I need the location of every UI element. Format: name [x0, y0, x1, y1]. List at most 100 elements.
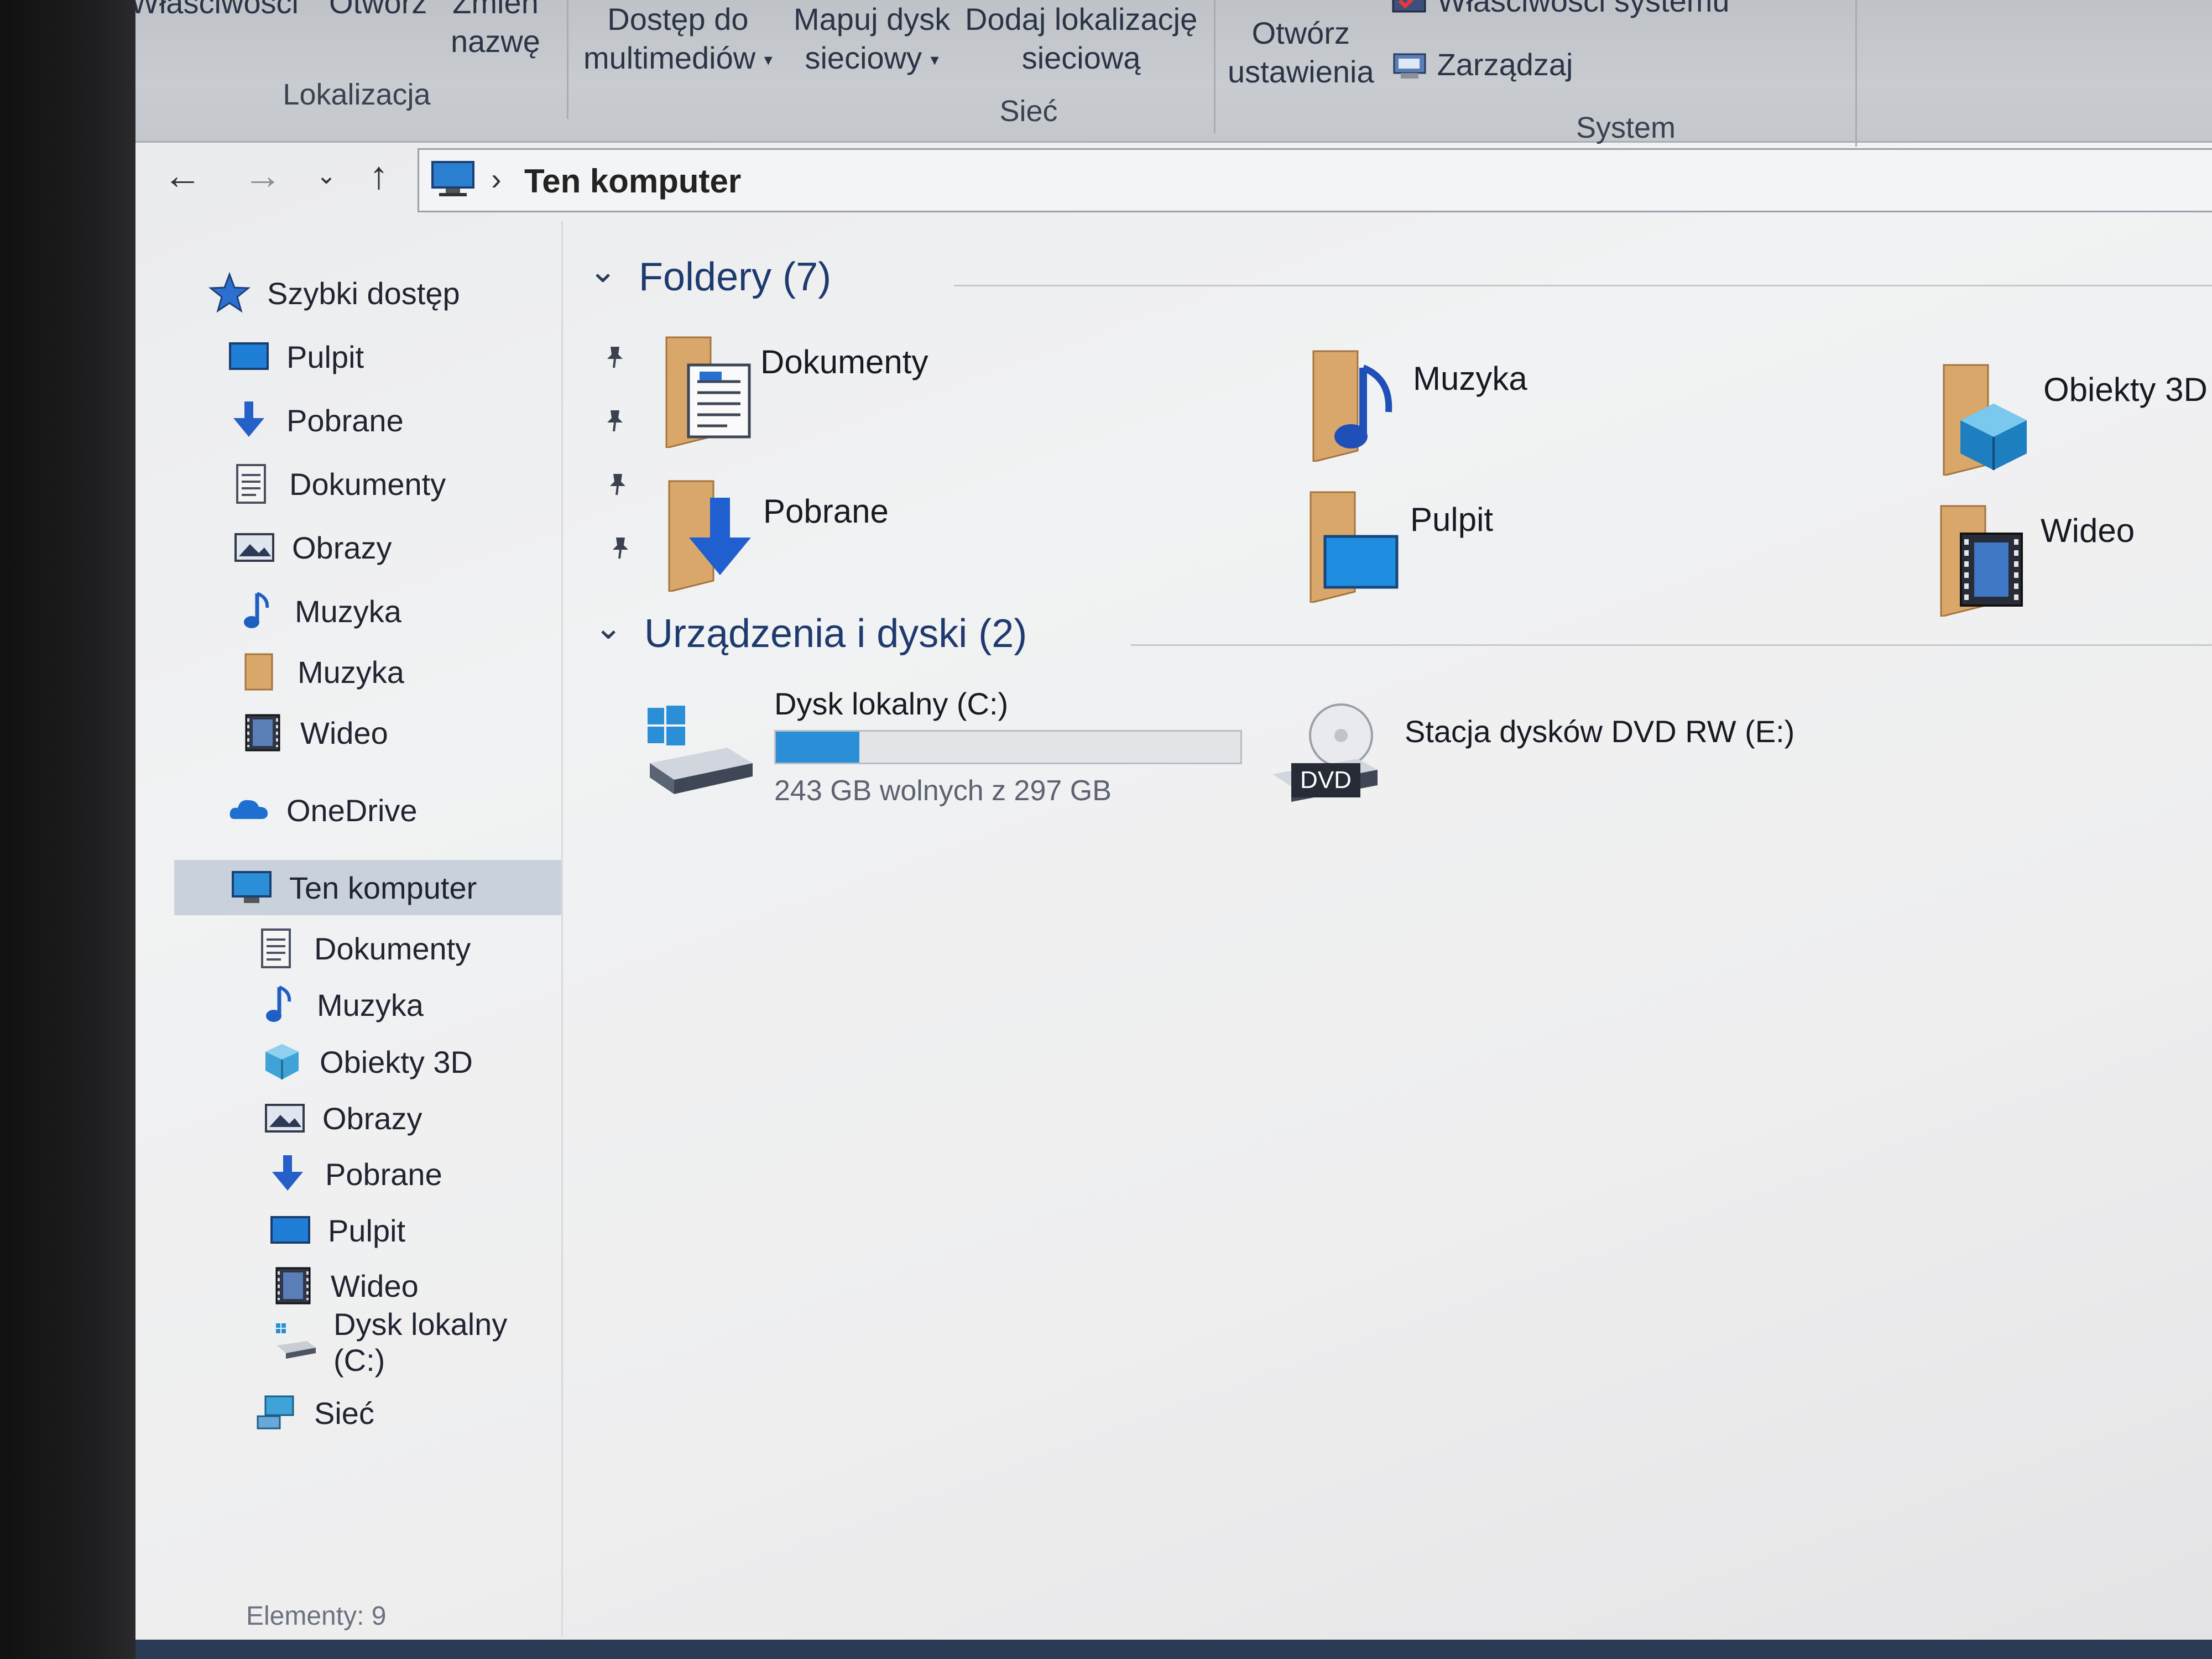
- windows-drive-icon: [648, 706, 753, 794]
- sidebar-item-pictures[interactable]: Obrazy: [232, 520, 628, 575]
- music-icon: [266, 985, 291, 1022]
- add-location-label-line1: Dodaj lokalizację: [965, 2, 1198, 36]
- breadcrumb-this-pc[interactable]: Ten komputer: [524, 162, 741, 200]
- drive-usage-fill: [776, 732, 860, 763]
- group-divider: [1214, 0, 1215, 133]
- system-properties-icon: [1392, 0, 1426, 13]
- open-settings-button[interactable]: Otwórz ustawienia: [1228, 14, 1374, 91]
- drive-label: Dysk lokalny (C:): [774, 686, 1009, 721]
- local-disk-icon: [276, 1323, 316, 1359]
- sidebar-onedrive-label: OneDrive: [286, 792, 418, 828]
- 3d-objects-folder-icon: [1943, 364, 2027, 476]
- sidebar-onedrive[interactable]: OneDrive: [227, 782, 418, 838]
- navigation-bar: ← → ⌄ ↑ › Ten komputer: [135, 143, 2212, 220]
- collapse-devices-chevron-icon[interactable]: ⌄: [594, 608, 622, 647]
- video-icon: [245, 714, 280, 752]
- manage-label: Zarządzaj: [1437, 47, 1573, 82]
- sidebar-item-video[interactable]: Wideo: [241, 705, 388, 760]
- rename-label-line1: Zmień: [452, 0, 539, 20]
- document-icon: [261, 928, 291, 968]
- desktop-icon: [270, 1216, 310, 1244]
- sidebar-pc-item-music[interactable]: Muzyka: [257, 977, 424, 1032]
- add-location-label-line2: sieciową: [1021, 40, 1141, 75]
- group-label-location: Lokalizacja: [283, 78, 431, 111]
- media-access-label-line1: Dostęp do: [607, 2, 749, 36]
- sidebar-item-downloads[interactable]: Pobrane: [227, 393, 623, 448]
- folder-label: Muzyka: [1413, 360, 1527, 397]
- media-access-button[interactable]: Dostęp do multimediów ▾: [583, 0, 773, 80]
- add-network-location-button[interactable]: Dodaj lokalizację sieciową: [965, 0, 1197, 77]
- group-label-network: Sieć: [999, 95, 1058, 128]
- folder-icon: [244, 653, 273, 691]
- up-button[interactable]: ↑: [357, 150, 401, 200]
- folder-label: Wideo: [2041, 512, 2135, 549]
- sidebar-pc-item-local-disk[interactable]: Dysk lokalny (C:): [274, 1307, 567, 1378]
- sidebar-item-music-folder[interactable]: Muzyka: [238, 644, 404, 700]
- dropdown-arrow-icon: ▾: [764, 51, 773, 70]
- video-icon: [275, 1267, 311, 1305]
- sidebar-pc-item-downloads[interactable]: Pobrane: [265, 1146, 442, 1202]
- sidebar-item-label: Dokumenty: [289, 466, 446, 502]
- 3d-objects-icon: [265, 1044, 299, 1079]
- sidebar-pc-item-3d-objects[interactable]: Obiekty 3D: [260, 1034, 473, 1089]
- sidebar-this-pc[interactable]: Ten komputer: [174, 860, 561, 915]
- sidebar-pc-item-desktop[interactable]: Pulpit: [268, 1203, 405, 1258]
- sidebar-quick-access[interactable]: Szybki dostęp: [207, 265, 460, 321]
- folder-tile-documents[interactable]: Dokumenty: [650, 332, 1092, 453]
- recent-locations-button[interactable]: ⌄: [304, 150, 348, 200]
- network-icon: [257, 1395, 294, 1430]
- properties-button[interactable]: Właściwości: [135, 0, 299, 22]
- section-title-devices[interactable]: Urządzenia i dyski (2): [644, 611, 1027, 656]
- drive-tile-dvd[interactable]: DVD Stacja dysków DVD RW (E:): [1269, 702, 1933, 824]
- rename-button[interactable]: Zmień nazwę: [451, 0, 540, 61]
- sidebar-item-label: Obiekty 3D: [320, 1044, 473, 1079]
- map-drive-label-line2-wrap: sieciowy ▾: [794, 39, 950, 80]
- map-network-drive-button[interactable]: Mapuj dysk sieciowy ▾: [794, 0, 950, 80]
- manage-button[interactable]: Zarządzaj: [1391, 44, 1573, 84]
- forward-button[interactable]: →: [241, 150, 285, 200]
- open-button[interactable]: Otwórz: [329, 0, 427, 22]
- pane-divider[interactable]: [561, 221, 563, 1637]
- arrow-left-icon: ←: [163, 154, 202, 197]
- pictures-icon: [234, 533, 274, 562]
- folder-tile-3d-objects[interactable]: Obiekty 3D: [1927, 359, 2212, 481]
- open-settings-label-line1: Otwórz: [1251, 15, 1350, 50]
- back-button[interactable]: ←: [160, 150, 205, 200]
- drive-usage-bar: [774, 730, 1242, 764]
- folder-tile-desktop[interactable]: Pulpit: [1294, 487, 1736, 608]
- sidebar-pc-item-pictures[interactable]: Obrazy: [263, 1091, 422, 1146]
- sidebar-item-label: Wideo: [331, 1268, 419, 1303]
- section-divider: [1131, 644, 2212, 646]
- navigation-pane: Szybki dostęp Pulpit Pobrane Dokumenty O…: [135, 221, 628, 1637]
- sidebar-item-label: Obrazy: [292, 530, 392, 565]
- sidebar-pc-item-documents[interactable]: Dokumenty: [254, 921, 471, 976]
- sidebar-item-desktop[interactable]: Pulpit: [227, 329, 623, 384]
- sidebar-item-documents[interactable]: Dokumenty: [229, 456, 625, 512]
- collapse-folders-chevron-icon[interactable]: ⌄: [589, 252, 617, 290]
- folder-tile-video[interactable]: Wideo: [1924, 500, 2212, 622]
- folder-tile-downloads[interactable]: Pobrane: [653, 476, 1095, 597]
- video-folder-icon: [1940, 505, 2023, 617]
- chevron-down-icon: ⌄: [316, 161, 337, 189]
- address-bar[interactable]: › Ten komputer: [418, 148, 2212, 212]
- ribbon: Właściwości Otwórz Zmień nazwę Lokalizac…: [135, 0, 2212, 147]
- file-explorer-window: Właściwości Otwórz Zmień nazwę Lokalizac…: [135, 0, 2212, 1640]
- dvd-badge: DVD: [1291, 763, 1360, 797]
- desktop-folder-icon: [1310, 491, 1399, 603]
- sidebar-item-music[interactable]: Muzyka: [235, 583, 401, 639]
- map-drive-label-line2: sieciowy: [805, 40, 922, 75]
- sidebar-network[interactable]: Sieć: [254, 1385, 374, 1441]
- folder-label: Pobrane: [763, 493, 889, 530]
- system-properties-button[interactable]: Właściwości systemu: [1391, 0, 1730, 20]
- sidebar-pc-item-video[interactable]: Wideo: [271, 1258, 419, 1313]
- open-settings-label-line2: ustawienia: [1228, 54, 1374, 89]
- sidebar-item-label: Obrazy: [322, 1100, 422, 1136]
- drive-tile-c[interactable]: Dysk lokalny (C:) 243 GB wolnych z 297 G…: [644, 686, 1253, 818]
- media-access-label-line2: multimediów: [583, 40, 756, 75]
- group-divider: [567, 0, 568, 119]
- cloud-icon: [229, 800, 268, 819]
- sidebar-item-label: Muzyka: [298, 654, 404, 690]
- section-title-folders[interactable]: Foldery (7): [639, 254, 831, 300]
- download-icon: [272, 1155, 303, 1191]
- folder-tile-music[interactable]: Muzyka: [1297, 346, 1739, 467]
